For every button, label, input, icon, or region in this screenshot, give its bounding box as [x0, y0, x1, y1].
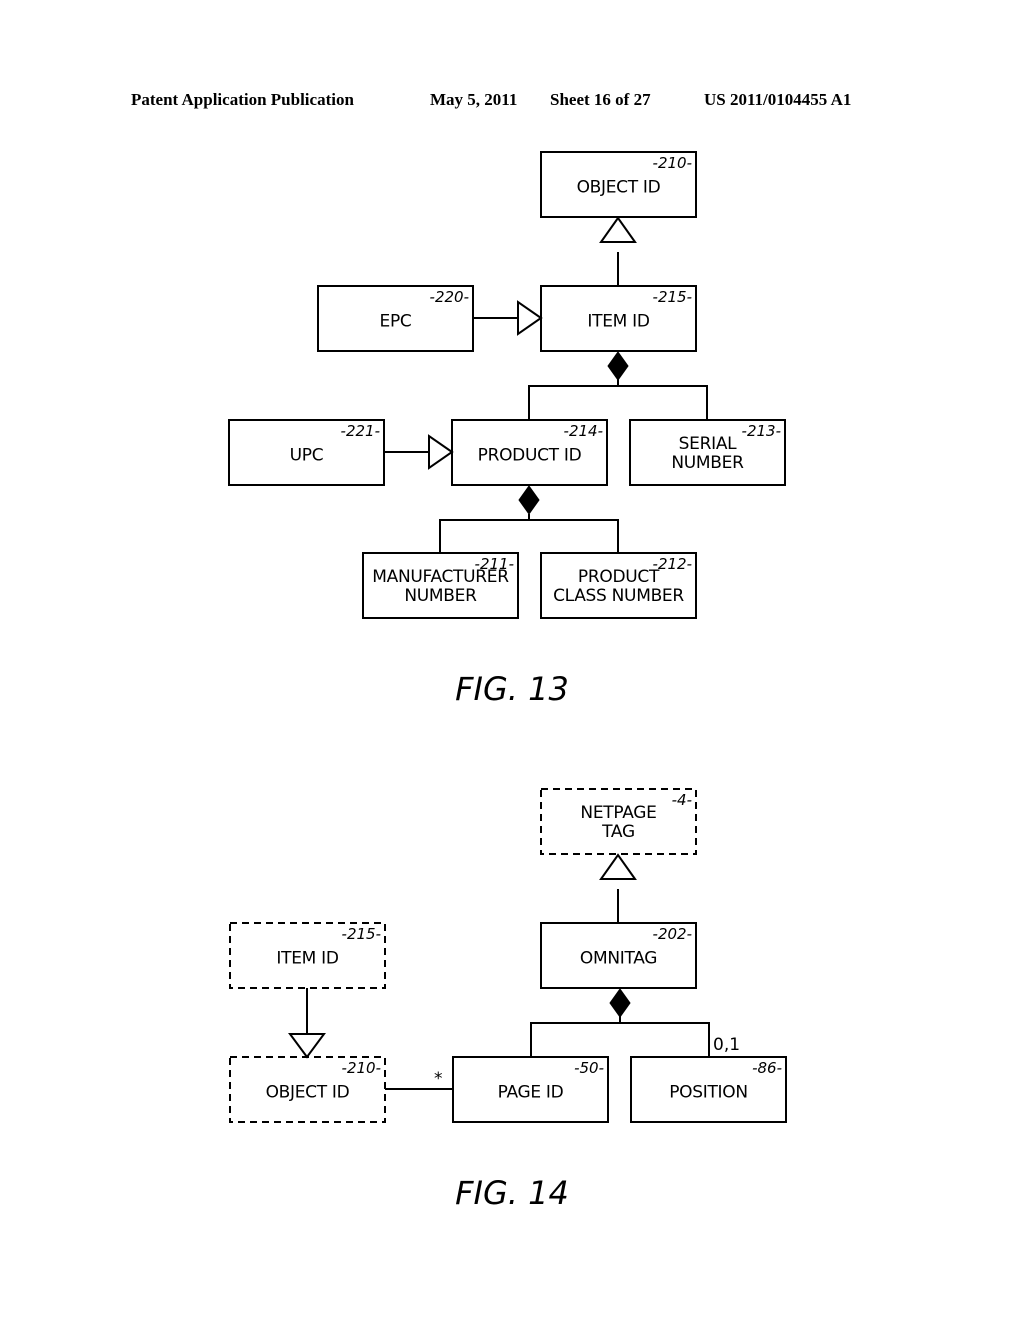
box-label: OMNITAG	[580, 949, 657, 969]
box-label: ITEM ID	[276, 949, 338, 969]
box-label: SERIAL	[679, 434, 737, 454]
fig14-box-object-id: -210- OBJECT ID	[229, 1056, 386, 1123]
composition-line	[618, 385, 708, 420]
reference-number: -215-	[653, 288, 692, 306]
box-label: EPC	[380, 312, 412, 332]
fig13-box-object-id: -210- OBJECT ID	[540, 151, 697, 218]
box-label: PAGE ID	[498, 1083, 564, 1103]
reference-number: -210-	[653, 154, 692, 172]
composition-diamond-icon	[518, 485, 540, 515]
reference-number: -86-	[752, 1059, 782, 1077]
fig14-caption: FIG. 14	[455, 1174, 569, 1212]
class-boxes: -210-OBJECT ID-215-ITEM ID-220-EPC-221-U…	[228, 151, 787, 1123]
composition-diamond-icon	[607, 351, 629, 381]
generalization-arrowhead-icon	[428, 434, 454, 470]
box-label: OBJECT ID	[266, 1083, 350, 1103]
composition-line	[528, 379, 619, 420]
reference-number: -215-	[342, 925, 381, 943]
box-label: MANUFACTURER	[372, 567, 509, 587]
reference-number: -221-	[341, 422, 380, 440]
generalization-arrowhead-icon	[517, 300, 543, 336]
fig13-box-epc: -220- EPC	[317, 285, 474, 352]
fig13-caption: FIG. 13	[455, 670, 569, 708]
fig14-box-position: -86-POSITION	[630, 1056, 787, 1123]
box-label: TAG	[601, 822, 635, 842]
fig14-box-netpage-tag: -4- NETPAGETAG	[540, 788, 697, 855]
fig13-box-serial-number: -213- SERIALNUMBER	[629, 419, 786, 486]
composition-line	[530, 1016, 621, 1057]
box-label: OBJECT ID	[577, 178, 661, 198]
fig13-box-product-class-number: -212-PRODUCTCLASS NUMBER	[540, 552, 697, 619]
box-label: ITEM ID	[587, 312, 649, 332]
composition-line	[439, 514, 530, 553]
multiplicity-object-page: *	[434, 1069, 443, 1089]
fig13-box-manufacturer-number: -211-MANUFACTURERNUMBER	[362, 552, 519, 619]
fig13-box-product-id: -214- PRODUCT ID	[451, 419, 608, 486]
box-label: PRODUCT	[578, 567, 660, 587]
reference-number: -50-	[574, 1059, 604, 1077]
reference-number: -214-	[564, 422, 603, 440]
box-label: POSITION	[669, 1083, 748, 1103]
uml-diagram: -210-OBJECT ID-215-ITEM ID-220-EPC-221-U…	[228, 151, 787, 1212]
reference-number: -220-	[430, 288, 469, 306]
box-label: NUMBER	[404, 586, 477, 606]
fig13-box-upc: -221- UPC	[228, 419, 385, 486]
generalization-arrowhead-icon	[599, 853, 637, 880]
multiplicity-position: 0,1	[713, 1035, 740, 1055]
composition-diamond-icon	[609, 988, 631, 1018]
reference-number: -210-	[342, 1059, 381, 1077]
composition-line	[529, 519, 619, 553]
fig14-box-omnitag: -202- OMNITAG	[540, 922, 697, 989]
box-label: NETPAGE	[580, 803, 656, 823]
box-label: CLASS NUMBER	[553, 586, 684, 606]
fig14-box-page-id: -50- PAGE ID	[452, 1056, 609, 1123]
box-label: UPC	[290, 446, 324, 466]
reference-number: -213-	[742, 422, 781, 440]
fig13-box-item-id: -215-ITEM ID	[540, 285, 697, 352]
reference-number: -4-	[672, 791, 692, 809]
box-label: NUMBER	[671, 453, 744, 473]
fig14-box-item-id: -215-ITEM ID	[229, 922, 386, 989]
reference-number: -202-	[653, 925, 692, 943]
composition-line	[620, 1022, 710, 1057]
box-label: PRODUCT ID	[478, 446, 582, 466]
generalization-arrowhead-icon	[599, 216, 637, 243]
generalization-arrowhead-icon	[288, 1033, 326, 1059]
